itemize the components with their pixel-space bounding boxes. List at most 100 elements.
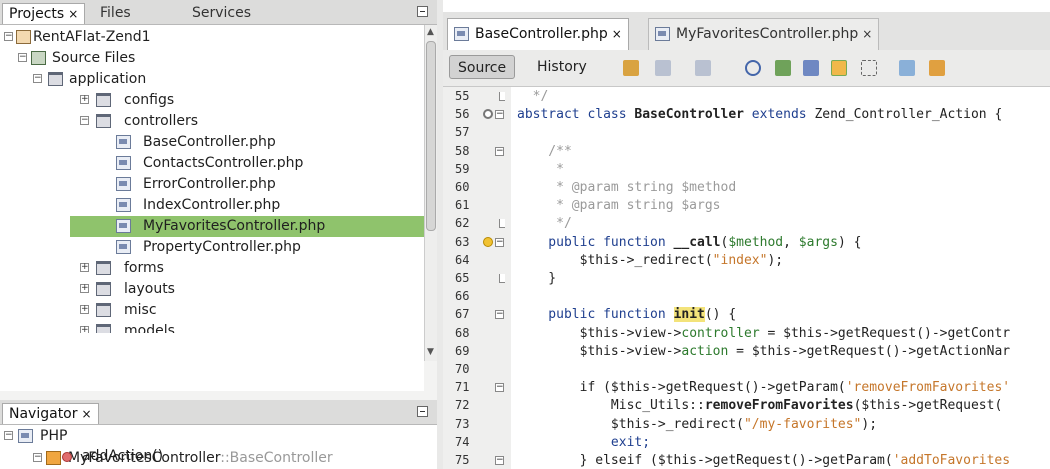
editor-panel: BaseController.php × MyFavoritesControlle… <box>443 0 1050 469</box>
code-line[interactable]: * @param string $method <box>517 179 736 197</box>
scroll-up-icon[interactable]: ▲ <box>427 27 434 37</box>
tab-myfavoritescontroller[interactable]: MyFavoritesController.php × <box>648 18 880 50</box>
close-icon[interactable]: × <box>82 407 92 421</box>
code-line[interactable]: * <box>517 161 564 179</box>
find-previous-icon[interactable] <box>775 60 791 76</box>
next-bookmark-icon[interactable] <box>929 60 945 76</box>
tree-item-layouts[interactable]: + layouts <box>0 279 424 300</box>
scrollbar-thumb[interactable] <box>426 41 436 231</box>
tab-files-label: Files <box>100 5 131 21</box>
minimize-icon[interactable] <box>417 406 428 417</box>
source-button[interactable]: Source <box>449 55 516 79</box>
forward-icon[interactable] <box>695 60 711 76</box>
fold-icon[interactable]: − <box>495 110 504 120</box>
code-token: extends <box>743 107 815 123</box>
scroll-down-icon[interactable]: ▼ <box>427 347 434 357</box>
code-line[interactable]: $this->_redirect("/my-favorites"); <box>517 416 877 434</box>
code-token: controller <box>681 325 760 341</box>
tree-item-models[interactable]: + models <box>0 321 424 333</box>
tree-item-errorcontroller[interactable]: ErrorController.php <box>0 174 424 195</box>
line-number: 59 <box>455 161 470 176</box>
collapse-icon[interactable]: − <box>80 116 89 125</box>
tree-item-configs[interactable]: + configs <box>0 90 424 111</box>
code-token: BaseController <box>634 107 744 123</box>
close-icon[interactable]: × <box>862 27 872 41</box>
back-icon[interactable] <box>655 60 671 76</box>
history-button[interactable]: History <box>529 55 595 79</box>
tree-item-propertycontroller[interactable]: PropertyController.php <box>0 237 424 258</box>
nav-item-addaction[interactable]: addAction() <box>0 446 437 467</box>
code-line[interactable]: } <box>517 270 556 288</box>
expand-icon[interactable]: + <box>80 95 89 104</box>
last-edit-icon[interactable] <box>623 60 639 76</box>
minimize-icon[interactable] <box>417 6 428 17</box>
fold-icon[interactable] <box>499 219 505 229</box>
tab-basecontroller[interactable]: BaseController.php × <box>447 18 629 50</box>
find-next-icon[interactable] <box>803 60 819 76</box>
collapse-icon[interactable]: − <box>4 32 13 41</box>
previous-bookmark-icon[interactable] <box>899 60 915 76</box>
code-line[interactable]: /** <box>517 143 572 161</box>
tab-files[interactable]: Files <box>94 3 137 24</box>
code-line[interactable]: Misc_Utils::removeFromFavorites($this->g… <box>517 397 1002 415</box>
code-line[interactable]: $this->view->controller = $this->getRequ… <box>517 325 1011 343</box>
tree-item-contactscontroller[interactable]: ContactsController.php <box>0 153 424 174</box>
collapse-icon[interactable]: − <box>33 74 42 83</box>
expand-icon[interactable]: + <box>80 305 89 314</box>
fold-icon[interactable]: − <box>495 310 504 320</box>
close-icon[interactable]: × <box>68 7 78 21</box>
warning-marker-icon[interactable] <box>483 236 493 247</box>
close-icon[interactable]: × <box>612 27 622 41</box>
code-line[interactable]: } elseif ($this->getRequest()->getParam(… <box>517 452 1010 469</box>
toggle-rect-selection-icon[interactable] <box>861 60 877 76</box>
code-token: if ($this->getRequest()->getParam( <box>517 380 846 396</box>
php-file-icon <box>655 27 670 41</box>
tree-scrollbar[interactable]: ▲ ▼ <box>424 25 437 361</box>
tree-item-forms[interactable]: + forms <box>0 258 424 279</box>
code-area[interactable]: */ abstract class BaseController extends … <box>511 87 1050 469</box>
expand-icon[interactable]: + <box>80 263 89 272</box>
tab-navigator[interactable]: Navigator × <box>2 403 99 424</box>
find-icon[interactable] <box>745 60 761 76</box>
code-line[interactable]: */ <box>517 215 572 233</box>
override-marker-icon[interactable] <box>483 109 493 120</box>
tree-item-misc[interactable]: + misc <box>0 300 424 321</box>
code-line[interactable]: abstract class BaseController extends Ze… <box>517 106 1002 124</box>
fold-icon[interactable]: − <box>495 456 504 465</box>
expand-icon[interactable]: + <box>80 284 89 293</box>
tree-item-basecontroller[interactable]: BaseController.php <box>0 132 424 153</box>
code-token: } elseif ($this->getRequest()->getParam( <box>517 453 893 468</box>
fold-icon[interactable] <box>499 274 505 283</box>
collapse-icon[interactable]: − <box>4 431 13 440</box>
tree-item-source-files[interactable]: − Source Files <box>0 48 424 69</box>
tree-item-controllers[interactable]: − controllers <box>0 111 424 132</box>
expand-icon[interactable]: + <box>80 326 89 333</box>
tree-item-label: configs <box>124 92 175 108</box>
fold-icon[interactable]: − <box>495 383 504 393</box>
toggle-highlight-icon[interactable] <box>831 60 847 76</box>
fold-icon[interactable]: − <box>495 237 504 247</box>
fold-icon[interactable]: − <box>495 146 504 156</box>
code-token: ) { <box>837 234 862 250</box>
code-line[interactable]: */ <box>517 88 549 106</box>
tree-item-indexcontroller[interactable]: IndexController.php <box>0 195 424 216</box>
tree-item-application[interactable]: − application <box>0 69 424 90</box>
php-file-icon <box>116 219 131 233</box>
tab-projects[interactable]: Projects × <box>2 3 86 24</box>
nav-item-php[interactable]: − PHP <box>0 426 437 447</box>
code-line[interactable]: $this->view->action = $this->getRequest(… <box>517 343 1011 361</box>
code-line[interactable]: $this->_redirect("index"); <box>517 252 784 270</box>
code-line[interactable]: if ($this->getRequest()->getParam('remov… <box>517 379 1011 397</box>
tab-services[interactable]: Services <box>186 3 257 24</box>
tree-item-rentaflat[interactable]: − RentAFlat-Zend1 <box>0 27 424 48</box>
tree-item-myfavoritescontroller[interactable]: MyFavoritesController.php <box>70 216 424 237</box>
code-token: $this->_redirect( <box>517 252 713 268</box>
code-token: $this->view-> <box>517 343 682 359</box>
code-line[interactable]: exit; <box>517 434 650 452</box>
code-line[interactable]: public function __call($method, $args) { <box>517 234 861 252</box>
code-token: */ <box>517 89 549 104</box>
collapse-icon[interactable]: − <box>18 53 27 62</box>
fold-icon[interactable] <box>499 92 505 101</box>
code-line[interactable]: public function init() { <box>517 306 736 324</box>
code-line[interactable]: * @param string $args <box>517 197 720 215</box>
